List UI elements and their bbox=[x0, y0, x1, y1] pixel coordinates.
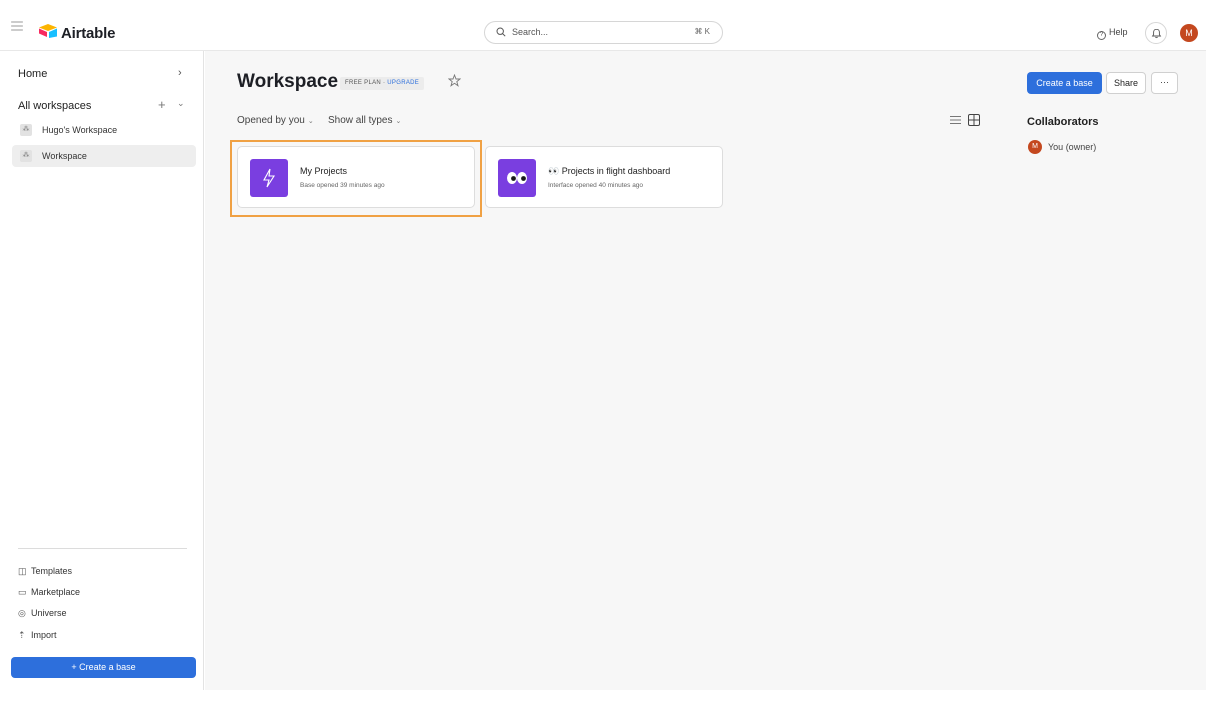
base-card-projects-in-flight[interactable]: 👀 Projects in flight dashboard Interface… bbox=[485, 146, 723, 208]
sidebar-item-hugos-workspace[interactable]: ⁂ Hugo's Workspace bbox=[12, 119, 196, 141]
more-options-button[interactable]: ··· bbox=[1151, 72, 1178, 94]
upgrade-link[interactable]: UPGRADE bbox=[387, 80, 419, 86]
collaborator-avatar: M bbox=[1028, 140, 1042, 154]
eyes-icon bbox=[507, 172, 527, 184]
plan-label: FREE PLAN bbox=[345, 80, 382, 86]
chevron-down-icon: ⌄ bbox=[395, 118, 402, 125]
page-title: Workspace bbox=[237, 71, 339, 92]
workspace-icon: ⁂ bbox=[20, 150, 32, 162]
sidebar-item-label: Hugo's Workspace bbox=[42, 125, 118, 135]
plan-badge[interactable]: FREE PLAN · UPGRADE bbox=[340, 77, 425, 90]
list-view-icon[interactable] bbox=[950, 115, 961, 125]
sidebar-link-templates[interactable]: ◫ Templates bbox=[18, 566, 72, 577]
sidebar-link-universe[interactable]: ◎ Universe bbox=[18, 608, 67, 619]
book-icon: ◫ bbox=[18, 566, 27, 576]
sidebar-link-marketplace[interactable]: ▭ Marketplace bbox=[18, 587, 80, 598]
base-tile bbox=[498, 159, 536, 197]
search-input[interactable]: Search... ⌘ K bbox=[484, 21, 723, 44]
sidebar-home[interactable]: Home bbox=[18, 68, 47, 80]
upload-icon: ⇡ bbox=[18, 630, 26, 640]
sidebar-create-base-button[interactable]: + Create a base bbox=[11, 657, 196, 678]
chevron-down-icon: ⌄ bbox=[307, 118, 314, 125]
collaborator-name: You (owner) bbox=[1048, 142, 1097, 152]
sidebar-link-label: Templates bbox=[31, 566, 73, 576]
grid-view-icon[interactable] bbox=[968, 114, 980, 126]
workspace-icon: ⁂ bbox=[20, 124, 32, 136]
create-base-button[interactable]: Create a base bbox=[1027, 72, 1102, 94]
help-icon: ? bbox=[1097, 31, 1106, 40]
add-workspace-icon[interactable]: + bbox=[158, 97, 166, 112]
opened-by-filter[interactable]: Opened by you ⌄ bbox=[237, 115, 314, 126]
planet-icon: ◎ bbox=[18, 608, 26, 618]
help-button[interactable]: ? Help bbox=[1097, 27, 1128, 40]
star-icon[interactable] bbox=[448, 74, 461, 87]
app-name[interactable]: Airtable bbox=[61, 25, 115, 42]
sidebar-link-label: Marketplace bbox=[31, 587, 81, 597]
chevron-right-icon[interactable]: › bbox=[178, 67, 182, 79]
selection-highlight bbox=[230, 140, 482, 217]
top-bar: Airtable Search... ⌘ K ? Help M bbox=[0, 0, 1206, 51]
type-filter[interactable]: Show all types ⌄ bbox=[328, 115, 401, 126]
menu-icon[interactable] bbox=[11, 21, 23, 31]
notifications-button[interactable] bbox=[1145, 22, 1167, 44]
filter-label: Show all types bbox=[328, 115, 393, 126]
bell-icon bbox=[1151, 28, 1162, 39]
base-name: 👀 Projects in flight dashboard bbox=[548, 166, 671, 176]
sidebar-link-import[interactable]: ⇡ Import bbox=[18, 630, 57, 641]
divider bbox=[18, 548, 187, 549]
user-avatar[interactable]: M bbox=[1180, 24, 1198, 42]
share-button[interactable]: Share bbox=[1106, 72, 1146, 94]
help-label: Help bbox=[1109, 27, 1128, 37]
search-shortcut: ⌘ K bbox=[694, 27, 710, 36]
sidebar-item-workspace[interactable]: ⁂ Workspace bbox=[12, 145, 196, 167]
base-subtitle: Interface opened 40 minutes ago bbox=[548, 182, 644, 189]
sidebar-item-label: Workspace bbox=[42, 151, 87, 161]
collaborators-title: Collaborators bbox=[1027, 116, 1099, 128]
sidebar-link-label: Import bbox=[31, 630, 57, 640]
filter-label: Opened by you bbox=[237, 115, 305, 126]
sidebar-link-label: Universe bbox=[31, 608, 67, 618]
search-icon bbox=[496, 27, 506, 37]
sidebar: Home › All workspaces + ⌄ ⁂ Hugo's Works… bbox=[0, 51, 204, 690]
plan-separator: · bbox=[383, 80, 386, 86]
airtable-logo-icon bbox=[39, 24, 57, 38]
store-icon: ▭ bbox=[18, 587, 27, 597]
search-placeholder: Search... bbox=[512, 27, 549, 37]
sidebar-all-workspaces[interactable]: All workspaces bbox=[18, 100, 91, 112]
chevron-down-icon[interactable]: ⌄ bbox=[177, 98, 185, 109]
